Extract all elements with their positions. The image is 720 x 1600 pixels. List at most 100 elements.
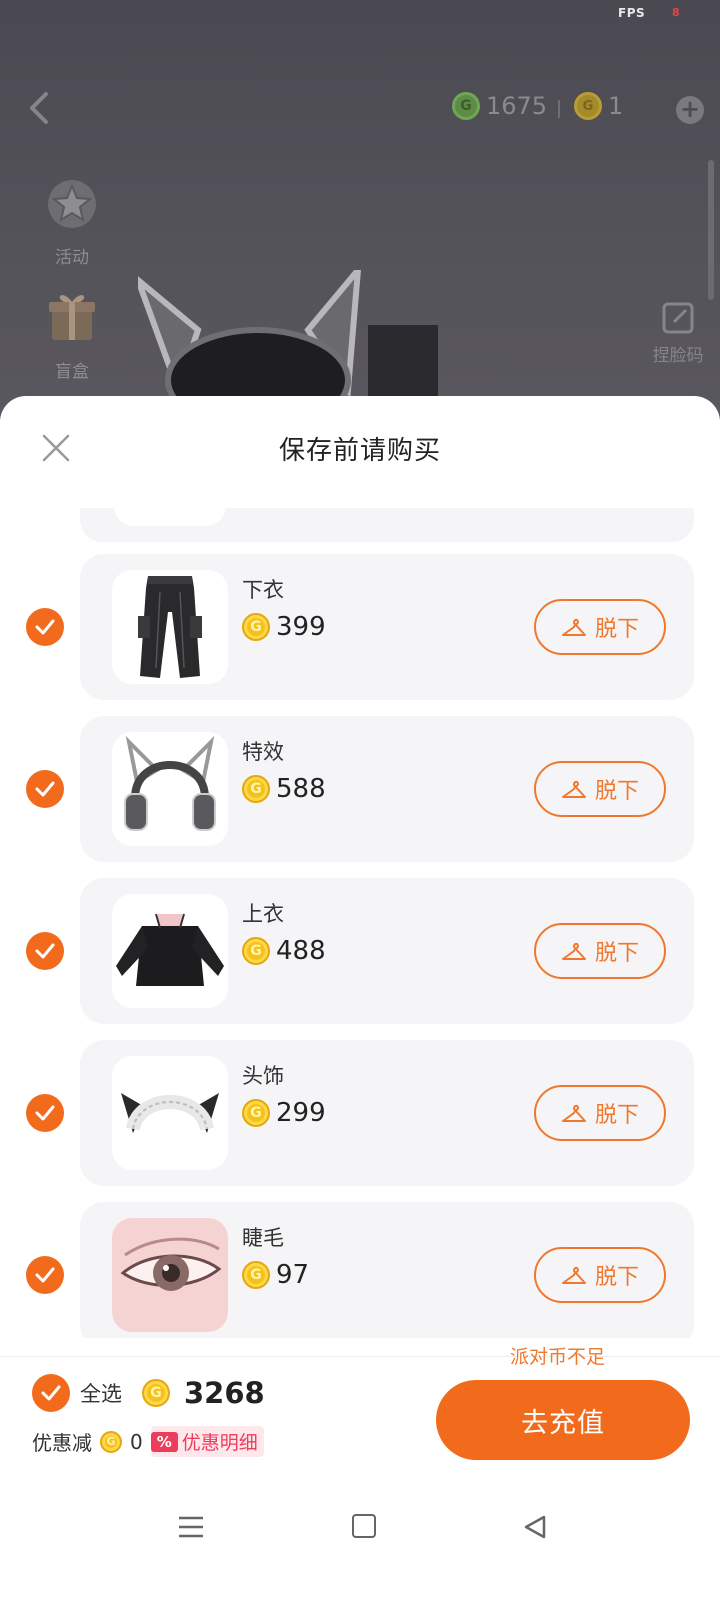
list-item: 头饰 G 299 脱下 <box>0 1040 720 1186</box>
list-item: 上衣 G 488 脱下 <box>0 878 720 1024</box>
item-name: 头饰 <box>242 1064 284 1088</box>
item-price-value: 488 <box>276 936 326 966</box>
system-navigation-bar <box>0 1514 720 1600</box>
green-currency: G 1675 <box>452 92 547 120</box>
item-card: 上衣 G 488 脱下 <box>80 878 694 1024</box>
party-coin-icon: G <box>242 937 270 965</box>
item-checkbox[interactable] <box>26 932 64 970</box>
item-thumbnail <box>112 570 228 684</box>
item-thumbnail <box>112 894 228 1008</box>
party-coin-gold-icon: G <box>574 92 602 120</box>
discount-detail-link[interactable]: % 优惠明细 <box>150 1426 264 1457</box>
gold-currency-value: 1 <box>608 92 624 120</box>
currency-separator <box>558 100 560 118</box>
item-checkbox[interactable] <box>26 770 64 808</box>
purchase-sheet: 保存前请购买 下衣 G 399 脱下 特效 G 588 脱下 上衣 G 488 … <box>0 396 720 1600</box>
sidebar-item-blindbox[interactable]: 盲盒 <box>40 286 104 382</box>
remove-button-label: 脱下 <box>594 779 639 804</box>
black-off-shoulder-top-image <box>116 913 224 986</box>
sidebar-item-label: 活动 <box>55 248 89 268</box>
item-thumbnail <box>112 1056 228 1170</box>
background-game-screen: FPS 8 G 1675 G 1 + 活动 盲盒 捏脸码 <box>0 0 720 420</box>
item-checkbox[interactable] <box>26 1256 64 1294</box>
checkmark-icon <box>35 943 55 959</box>
select-all-checkbox[interactable] <box>32 1374 70 1412</box>
remove-button-label: 脱下 <box>594 941 639 966</box>
sidebar-item-label: 盲盒 <box>55 362 89 382</box>
item-card: 下衣 G 399 脱下 <box>80 554 694 700</box>
face-code-button[interactable]: 捏脸码 <box>640 300 716 366</box>
list-item-partial <box>80 508 694 542</box>
list-item: 下衣 G 399 脱下 <box>0 554 720 700</box>
item-checkbox[interactable] <box>26 608 64 646</box>
item-price: G 399 <box>242 612 326 642</box>
remove-button[interactable]: 脱下 <box>534 1247 666 1303</box>
footer-divider <box>0 1356 720 1357</box>
checkmark-icon <box>35 619 55 635</box>
hanger-icon <box>561 618 586 636</box>
item-name: 特效 <box>242 740 284 764</box>
item-name: 上衣 <box>242 902 284 926</box>
recent-apps-icon[interactable] <box>178 1514 204 1540</box>
item-price: G 488 <box>242 936 326 966</box>
item-thumbnail <box>112 732 228 846</box>
remove-button-label: 脱下 <box>594 1103 639 1128</box>
item-checkbox[interactable] <box>26 1094 64 1132</box>
recharge-button[interactable]: 去充值 <box>436 1380 690 1460</box>
party-coin-icon: G <box>242 775 270 803</box>
green-currency-value: 1675 <box>486 92 548 120</box>
hanger-icon <box>561 1266 586 1284</box>
hanger-icon <box>561 1104 586 1122</box>
avatar-headphone-preview <box>138 270 438 400</box>
gold-currency: G 1 <box>574 92 623 120</box>
back-triangle-icon[interactable] <box>522 1514 548 1540</box>
sheet-title: 保存前请购买 <box>278 436 441 466</box>
list-item: 睫毛 G 97 脱下 <box>0 1202 720 1338</box>
item-price-value: 97 <box>276 1260 310 1290</box>
remove-button[interactable]: 脱下 <box>534 1085 666 1141</box>
percent-badge-icon: % <box>150 1431 178 1452</box>
gift-box-icon <box>49 295 95 340</box>
discount-detail-label: 优惠明细 <box>181 1432 258 1454</box>
total-price: 3268 <box>184 1376 265 1410</box>
edit-icon <box>662 302 694 334</box>
item-price-value: 299 <box>276 1098 326 1128</box>
remove-button[interactable]: 脱下 <box>534 923 666 979</box>
sidebar-item-event[interactable]: 活动 <box>40 172 104 268</box>
fps-value: 8 <box>672 6 680 19</box>
insufficient-balance-text: 派对币不足 <box>510 1346 606 1368</box>
back-arrow-icon[interactable] <box>24 88 56 128</box>
item-price: G 299 <box>242 1098 326 1128</box>
party-coin-icon: G <box>100 1430 122 1453</box>
item-card: 特效 G 588 脱下 <box>80 716 694 862</box>
hanger-icon <box>561 780 586 798</box>
star-event-icon <box>48 180 96 228</box>
cat-ear-headphones-image <box>124 735 216 831</box>
item-name: 睫毛 <box>242 1226 284 1250</box>
item-card: 睫毛 G 97 脱下 <box>80 1202 694 1338</box>
hanger-icon <box>561 942 586 960</box>
list-item: 特效 G 588 脱下 <box>0 716 720 862</box>
item-card: 头饰 G 299 脱下 <box>80 1040 694 1186</box>
remove-button[interactable]: 脱下 <box>534 761 666 817</box>
remove-button-label: 脱下 <box>594 1265 639 1290</box>
item-name: 下衣 <box>242 578 284 602</box>
game-coin-green-icon: G <box>452 92 480 120</box>
party-coin-icon: G <box>242 613 270 641</box>
remove-button-label: 脱下 <box>594 617 639 642</box>
remove-button[interactable]: 脱下 <box>534 599 666 655</box>
checkmark-icon <box>35 1105 55 1121</box>
home-icon[interactable] <box>352 1514 376 1538</box>
party-coin-icon: G <box>242 1099 270 1127</box>
maid-cat-headband-image <box>121 1093 219 1133</box>
item-list[interactable]: 下衣 G 399 脱下 特效 G 588 脱下 上衣 G 488 脱下 头饰 G… <box>0 508 720 1338</box>
party-coin-icon: G <box>242 1261 270 1289</box>
add-currency-button[interactable]: + <box>676 96 704 124</box>
item-price: G 588 <box>242 774 326 804</box>
select-all-toggle[interactable]: 全选 G 3268 <box>32 1374 265 1412</box>
eyelash-eye-image <box>120 1237 222 1291</box>
background-scrollbar <box>708 160 714 300</box>
discount-value: 0 <box>130 1429 143 1454</box>
discount-row: 优惠减 G 0 % 优惠明细 <box>32 1426 264 1457</box>
face-code-label: 捏脸码 <box>652 346 704 366</box>
